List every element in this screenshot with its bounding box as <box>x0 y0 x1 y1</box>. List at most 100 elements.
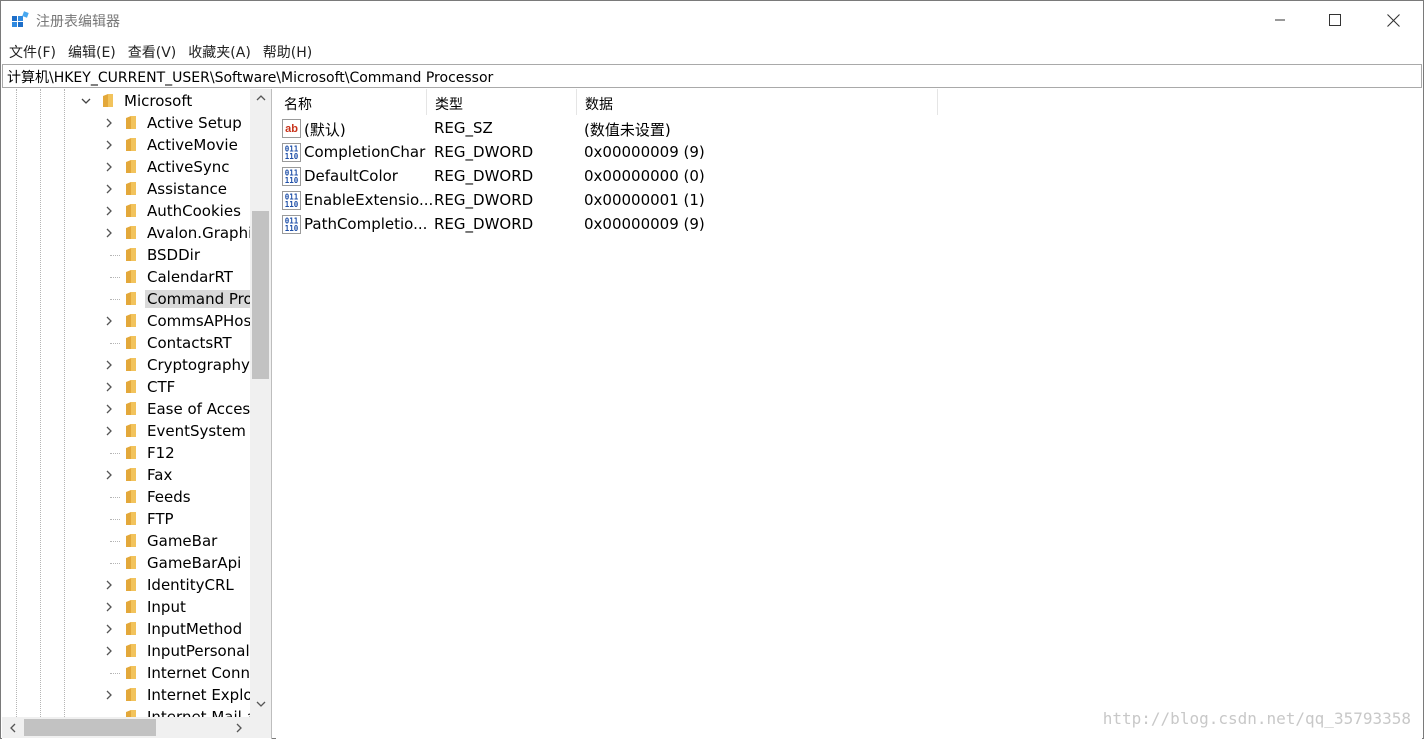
list-row[interactable]: 011 110 PathCompletio... REG_DWORD 0x0000000… <box>276 212 938 236</box>
folder-icon <box>126 468 136 481</box>
list-row[interactable]: ab (默认) REG_SZ (数值未设置) <box>276 116 938 140</box>
column-header-data[interactable]: 数据 <box>577 89 938 115</box>
close-icon <box>1386 13 1400 27</box>
scroll-left-button[interactable] <box>4 717 22 738</box>
tree-item[interactable]: Internet Explo <box>2 684 250 706</box>
chevron-right-icon[interactable] <box>103 205 115 217</box>
tree-item[interactable]: Fax <box>2 464 250 486</box>
tree-item-label: F12 <box>147 444 175 462</box>
chevron-right-icon[interactable] <box>103 139 115 151</box>
tree-item[interactable]: CTF <box>2 376 250 398</box>
chevron-right-icon[interactable] <box>103 601 115 613</box>
folder-icon <box>126 182 136 195</box>
list-row[interactable]: 011 110 CompletionChar REG_DWORD 0x00000009 … <box>276 140 938 164</box>
tree-item[interactable]: IdentityCRL <box>2 574 250 596</box>
chevron-right-icon[interactable] <box>103 381 115 393</box>
tree-item[interactable]: InputMethod <box>2 618 250 640</box>
scrollbar-thumb[interactable] <box>252 211 269 379</box>
chevron-right-icon[interactable] <box>103 359 115 371</box>
scroll-up-button[interactable] <box>250 89 271 106</box>
binary-value-icon: 011110 <box>282 143 301 162</box>
folder-icon <box>126 512 136 525</box>
folder-icon <box>126 402 136 415</box>
menu-help[interactable]: 帮助(H) <box>257 39 318 63</box>
chevron-right-icon[interactable] <box>103 183 115 195</box>
menu-file[interactable]: 文件(F) <box>3 39 62 63</box>
registry-editor-icon <box>12 11 29 27</box>
tree-item[interactable]: GameBar <box>2 530 250 552</box>
list-row[interactable]: 011 110 EnableExtensio... REG_DWORD 0x000000… <box>276 188 938 212</box>
address-bar[interactable]: 计算机\HKEY_CURRENT_USER\Software\Microsoft… <box>2 64 1422 88</box>
tree-connector <box>110 519 120 520</box>
menu-favorites[interactable]: 收藏夹(A) <box>182 39 257 63</box>
tree-vertical-scrollbar[interactable] <box>250 89 271 717</box>
folder-icon <box>126 556 136 569</box>
tree-item[interactable]: AuthCookies <box>2 200 250 222</box>
tree-item[interactable]: ActiveMovie <box>2 134 250 156</box>
value-name: DefaultColor <box>304 167 398 185</box>
tree-item-label: Assistance <box>147 180 227 198</box>
menu-view[interactable]: 查看(V) <box>122 39 183 63</box>
tree-item[interactable]: CalendarRT <box>2 266 250 288</box>
column-header-type[interactable]: 类型 <box>427 89 577 115</box>
tree-item[interactable]: Command Pro <box>2 288 250 310</box>
scrollbar-thumb[interactable] <box>24 719 156 736</box>
chevron-right-icon[interactable] <box>103 403 115 415</box>
value-type: REG_DWORD <box>434 167 534 185</box>
chevron-right-icon[interactable] <box>103 425 115 437</box>
tree-item-label: CommsAPHos <box>147 312 250 330</box>
tree-item-label: AuthCookies <box>147 202 241 220</box>
tree-item[interactable]: ActiveSync <box>2 156 250 178</box>
key-tree-pane: Microsoft Active Setup ActiveMovie ActiveS… <box>2 89 272 739</box>
tree-item[interactable]: Ease of Access <box>2 398 250 420</box>
tree-item[interactable]: FTP <box>2 508 250 530</box>
tree-item-label: BSDDir <box>147 246 200 264</box>
tree-item[interactable]: Cryptography <box>2 354 250 376</box>
minimize-icon <box>1275 19 1285 21</box>
tree-item[interactable]: GameBarApi <box>2 552 250 574</box>
tree-item[interactable]: EventSystem <box>2 420 250 442</box>
close-button[interactable] <box>1364 1 1422 39</box>
chevron-right-icon[interactable] <box>103 689 115 701</box>
chevron-right-icon[interactable] <box>103 579 115 591</box>
tree-item[interactable]: ContactsRT <box>2 332 250 354</box>
tree-item-label: Cryptography <box>147 356 250 374</box>
chevron-down-icon[interactable] <box>80 95 92 107</box>
chevron-left-icon <box>10 723 16 732</box>
scroll-down-button[interactable] <box>250 695 271 712</box>
tree-horizontal-scrollbar[interactable] <box>2 717 250 738</box>
chevron-right-icon[interactable] <box>103 623 115 635</box>
maximize-button[interactable] <box>1306 1 1364 39</box>
tree-item[interactable]: Input <box>2 596 250 618</box>
chevron-right-icon[interactable] <box>103 161 115 173</box>
menu-edit[interactable]: 编辑(E) <box>62 39 122 63</box>
folder-icon <box>126 644 136 657</box>
value-name: EnableExtensio... <box>304 191 434 209</box>
tree-item[interactable]: BSDDir <box>2 244 250 266</box>
tree-item[interactable]: Assistance <box>2 178 250 200</box>
scroll-right-button[interactable] <box>230 717 248 738</box>
tree-item[interactable]: Internet Conn <box>2 662 250 684</box>
svg-text:ab: ab <box>285 123 298 135</box>
tree-item[interactable]: Avalon.Graphi <box>2 222 250 244</box>
binary-value-icon: 011110 <box>282 167 301 186</box>
chevron-right-icon[interactable] <box>103 315 115 327</box>
list-row[interactable]: 011 110 DefaultColor REG_DWORD 0x00000000 (0… <box>276 164 938 188</box>
tree-item[interactable]: F12 <box>2 442 250 464</box>
tree-item[interactable]: InputPersonali <box>2 640 250 662</box>
string-value-icon: ab <box>282 119 301 138</box>
tree-item-microsoft[interactable]: Microsoft <box>2 90 250 112</box>
chevron-right-icon[interactable] <box>103 117 115 129</box>
chevron-right-icon[interactable] <box>103 645 115 657</box>
tree-item[interactable]: CommsAPHos <box>2 310 250 332</box>
chevron-right-icon[interactable] <box>103 227 115 239</box>
tree-item[interactable]: Feeds <box>2 486 250 508</box>
folder-icon <box>126 292 136 305</box>
minimize-button[interactable] <box>1251 1 1309 39</box>
chevron-right-icon[interactable] <box>103 469 115 481</box>
tree-item[interactable]: Active Setup <box>2 112 250 134</box>
tree-item[interactable]: Internet Mail a <box>2 706 250 717</box>
svg-text:110: 110 <box>285 224 299 233</box>
folder-icon <box>126 710 136 717</box>
column-header-name[interactable]: 名称 <box>276 89 427 115</box>
